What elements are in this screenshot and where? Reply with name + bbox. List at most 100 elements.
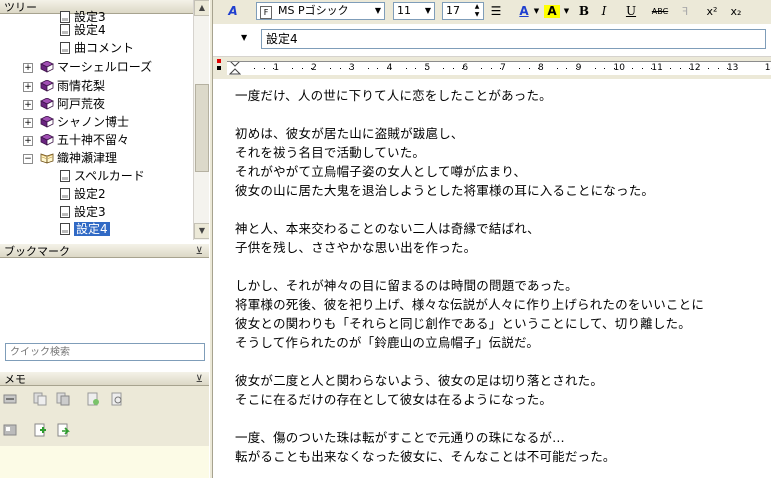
copy-page-icon[interactable] <box>33 392 47 406</box>
chevron-down-icon[interactable]: ▼ <box>422 3 434 19</box>
italic-button[interactable]: I <box>597 3 611 20</box>
line-spacing-icon[interactable]: ☰ <box>489 3 503 20</box>
document-line: 子供を残し、ささやかな思い出を作った。 <box>235 240 477 255</box>
ruler-marker-icon <box>217 59 221 63</box>
ruler-tick <box>405 68 407 69</box>
ruler-tick <box>575 68 577 69</box>
ruler-tick <box>263 68 265 69</box>
document-line: 将軍様の死後、彼を祀り上げ、様々な伝説が人々に作り上げられたのをいいことに <box>235 297 705 312</box>
tree-item-setting4-top[interactable]: 設定4 <box>60 21 106 39</box>
heading-title-input[interactable]: 設定4 <box>261 29 766 49</box>
ruler-tick <box>424 68 426 69</box>
expand-plus-icon[interactable]: + <box>23 118 33 128</box>
new-memo-icon[interactable] <box>86 392 100 406</box>
scroll-up-arrow-icon[interactable]: ▲ <box>194 0 210 16</box>
search-memo-icon[interactable] <box>110 392 124 406</box>
chevron-down-icon[interactable]: ▼ <box>372 3 384 19</box>
tree-item-setting4-selected[interactable]: 設定4 <box>60 220 110 238</box>
expand-plus-icon[interactable]: + <box>23 136 33 146</box>
subscript-button[interactable]: x₂ <box>727 3 745 20</box>
memo-toolbar <box>0 386 209 446</box>
tree-item-spellcard[interactable]: スペルカード <box>60 167 145 185</box>
tree-item-setting2[interactable]: 設定2 <box>60 185 106 203</box>
strikethrough-button[interactable]: ABC <box>649 3 671 20</box>
tree-book-item[interactable]: シャノン博士 <box>40 113 129 131</box>
ruler-tick <box>292 68 294 69</box>
ruler-tick <box>632 68 634 69</box>
ruler-tick <box>462 68 464 69</box>
tree-book-item[interactable]: 五十神不留々 <box>40 131 129 149</box>
collapse-minus-icon[interactable]: − <box>23 154 33 164</box>
document-line: それを祓う名目で活動していた。 <box>235 145 426 160</box>
line-spacing-input[interactable]: 17 ▲ ▼ <box>442 2 484 20</box>
tree-view[interactable]: ツリー ⊻ 設定3 設定4 曲コメント + マーシェルローズ + 雨情花梨 + … <box>0 0 193 240</box>
tree-item-setting3[interactable]: 設定3 <box>60 203 106 221</box>
expand-plus-icon[interactable]: + <box>23 100 33 110</box>
spin-arrows-icon[interactable]: ▲ ▼ <box>471 3 483 19</box>
document-icon <box>60 42 70 54</box>
indent-marker-icon[interactable] <box>229 61 241 75</box>
ruler-tick <box>481 68 483 69</box>
book-icon <box>40 134 54 146</box>
superscript-button[interactable]: x² <box>703 3 721 20</box>
scroll-thumb[interactable] <box>195 84 209 172</box>
document-line: 神と人、本来交わることのない二人は奇縁で結ばれ、 <box>235 221 540 236</box>
tree-book-item[interactable]: 雨情花梨 <box>40 77 105 95</box>
book-icon <box>40 61 54 73</box>
document-line: 一度だけ、人の世に下りて人に恋をしたことがあった。 <box>235 88 552 103</box>
paste-page-icon[interactable] <box>56 392 70 406</box>
font-size-select[interactable]: 11 ▼ <box>393 2 435 20</box>
ruler-tick <box>670 68 672 69</box>
ruler-number: 11 <box>651 63 663 73</box>
memo-text-area[interactable] <box>0 446 209 478</box>
heading-dropdown-arrow-icon[interactable]: ▼ <box>241 33 247 42</box>
bold-button[interactable]: B <box>577 3 591 20</box>
ruler-tick <box>500 68 502 69</box>
bookmark-panel-title: ブックマーク <box>4 245 70 258</box>
chevron-down-icon[interactable]: ▼ <box>562 3 571 20</box>
open-book-icon <box>40 153 54 164</box>
memo-list-icon[interactable] <box>3 423 17 437</box>
ruler-tick <box>377 68 379 69</box>
ruler-number: 13 <box>726 63 739 73</box>
document-line: 彼女との関わりも「それらと同じ創作である」ということにして、切り離した。 <box>235 316 691 331</box>
add-page-icon[interactable] <box>33 423 47 437</box>
document-icon <box>60 188 70 200</box>
ruler-tick <box>443 68 445 69</box>
ruler-strip[interactable]: 1234567891011121314 <box>227 61 771 75</box>
quick-search-input[interactable] <box>5 343 205 361</box>
ruler: 1234567891011121314 <box>213 57 771 79</box>
font-type-icon: F <box>260 6 272 19</box>
highlight-color-icon[interactable]: A <box>544 5 560 18</box>
expand-plus-icon[interactable]: + <box>23 63 33 73</box>
underline-button[interactable]: U <box>624 3 638 20</box>
chevron-down-icon[interactable]: ▼ <box>532 3 541 20</box>
ruler-tick <box>452 68 454 69</box>
tree-item-song-comment[interactable]: 曲コメント <box>60 39 134 57</box>
ruler-tick <box>679 68 681 69</box>
pin-icon[interactable]: ⊻ <box>196 372 203 387</box>
tree-book-item[interactable]: 阿戸荒夜 <box>40 95 105 113</box>
ruler-tick <box>339 68 341 69</box>
font-name-select[interactable]: F MS Pゴシック ▼ <box>256 2 385 20</box>
ruler-tick <box>604 68 606 69</box>
ruler-tick <box>311 68 313 69</box>
ruler-tick <box>641 68 643 69</box>
book-icon <box>40 98 54 110</box>
style-a-icon[interactable]: A <box>225 3 241 20</box>
insert-page-icon[interactable] <box>56 423 70 437</box>
minus-box-icon[interactable] <box>3 392 17 406</box>
document-line: 初めは、彼女が居た山に盗賊が跋扈し、 <box>235 126 464 141</box>
scroll-down-arrow-icon[interactable]: ▼ <box>194 223 210 239</box>
memo-panel-title: メモ <box>4 373 26 386</box>
font-color-icon[interactable]: A <box>516 3 532 20</box>
expand-plus-icon[interactable]: + <box>23 82 33 92</box>
pin-icon[interactable]: ⊻ <box>196 244 203 259</box>
document-editor[interactable]: 一度だけ、人の世に下りて人に恋をしたことがあった。 初めは、彼女が居た山に盗賊が跋… <box>213 79 771 478</box>
ruler-number: 10 <box>613 63 625 73</box>
tree-book-item[interactable]: マーシェルローズ <box>40 58 152 76</box>
tree-book-item-open[interactable]: 織神瀬津理 <box>40 149 117 167</box>
ruler-tick <box>386 68 388 69</box>
ruby-icon[interactable]: ꟻ <box>677 3 693 20</box>
ruler-marker-icon <box>217 66 221 70</box>
